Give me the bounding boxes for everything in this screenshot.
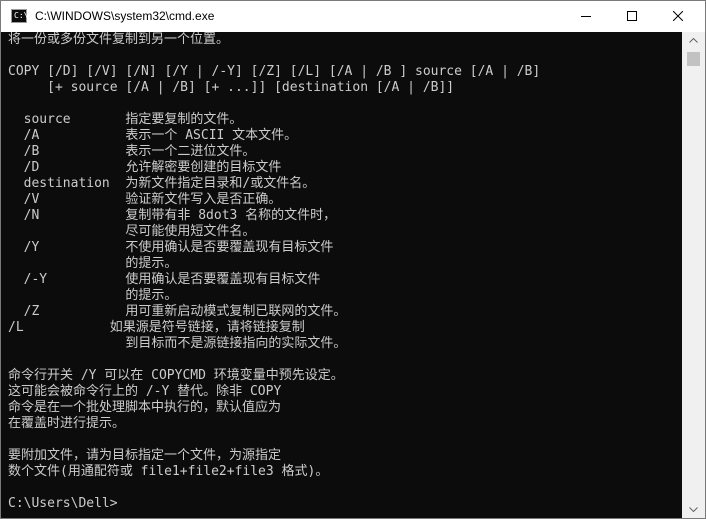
window-title: C:\WINDOWS\system32\cmd.exe [35, 9, 215, 23]
app-icon-text: C:\ [14, 11, 29, 20]
scroll-down-arrow-icon [689, 507, 698, 512]
console-line: COPY [/D] [/V] [/N] [/Y | /-Y] [/Z] [/L]… [8, 64, 541, 79]
console-line: 命令是在一个批处理脚本中执行的，默认值应为 [8, 400, 282, 415]
console-line: source 指定要复制的文件。 [8, 112, 243, 127]
console-line: 将一份或多份文件复制到另一个位置。 [8, 32, 230, 47]
console-line: /N 复制带有非 8dot3 名称的文件时， [8, 208, 337, 223]
console-line: 数个文件(用通配符或 file1+file2+file3 格式)。 [8, 464, 329, 479]
console-line: /B 表示一个二进位文件。 [8, 144, 256, 159]
console-line: C:\Users\Dell> [8, 496, 118, 511]
console-line: 要附加文件，请为目标指定一个文件，为源指定 [8, 448, 282, 463]
console-line: /Y 不使用确认是否要覆盖现有目标文件 [8, 240, 334, 255]
console-line: /-Y 使用确认是否要覆盖现有目标文件 [8, 272, 321, 287]
vertical-scrollbar[interactable] [682, 32, 705, 518]
cmd-window: C:\ C:\WINDOWS\system32\cmd.exe 将一份或多份文件… [0, 0, 706, 519]
console-line: /V 验证新文件写入是否正确。 [8, 192, 282, 207]
scroll-up-button[interactable] [682, 32, 705, 49]
console-line: /Z 用可重新启动模式复制已联网的文件。 [8, 304, 347, 319]
console-line: destination 为新文件指定目录和/或文件名。 [8, 176, 316, 191]
console-line: 在覆盖时进行提示。 [8, 416, 126, 431]
scroll-down-button[interactable] [682, 501, 705, 518]
console-output[interactable]: 将一份或多份文件复制到另一个位置。 COPY [/D] [/V] [/N] [/Y… [1, 32, 682, 518]
console-line: 命令行开关 /Y 可以在 COPYCMD 环境变量中预先设定。 [8, 368, 344, 383]
console-line: /A 表示一个 ASCII 文本文件。 [8, 128, 298, 143]
console-line: /D 允许解密要创建的目标文件 [8, 160, 282, 175]
scrollbar-thumb[interactable] [687, 52, 700, 66]
console-line: 这可能会被命令行上的 /-Y 替代。除非 COPY [8, 384, 282, 399]
console-line: 尽可能使用短文件名。 [8, 224, 256, 239]
maximize-icon [627, 11, 637, 21]
minimize-button[interactable] [563, 1, 609, 32]
close-button[interactable] [655, 1, 701, 32]
console-line: 的提示。 [8, 256, 178, 271]
console-lines: 将一份或多份文件复制到另一个位置。 COPY [/D] [/V] [/N] [/Y… [8, 32, 540, 512]
console-line: 到目标而不是源链接指向的实际文件。 [8, 336, 347, 351]
console-line: 的提示。 [8, 288, 178, 303]
minimize-icon [581, 16, 591, 17]
maximize-button[interactable] [609, 1, 655, 32]
console-line: /L 如果源是符号链接，请将链接复制 [8, 320, 305, 335]
console-line: [+ source [/A | /B] [+ ...]] [destinatio… [8, 80, 455, 95]
close-icon [673, 11, 683, 21]
title-bar[interactable]: C:\ C:\WINDOWS\system32\cmd.exe [1, 1, 705, 32]
scroll-up-arrow-icon [689, 38, 698, 43]
cmd-app-icon[interactable]: C:\ [11, 9, 29, 23]
